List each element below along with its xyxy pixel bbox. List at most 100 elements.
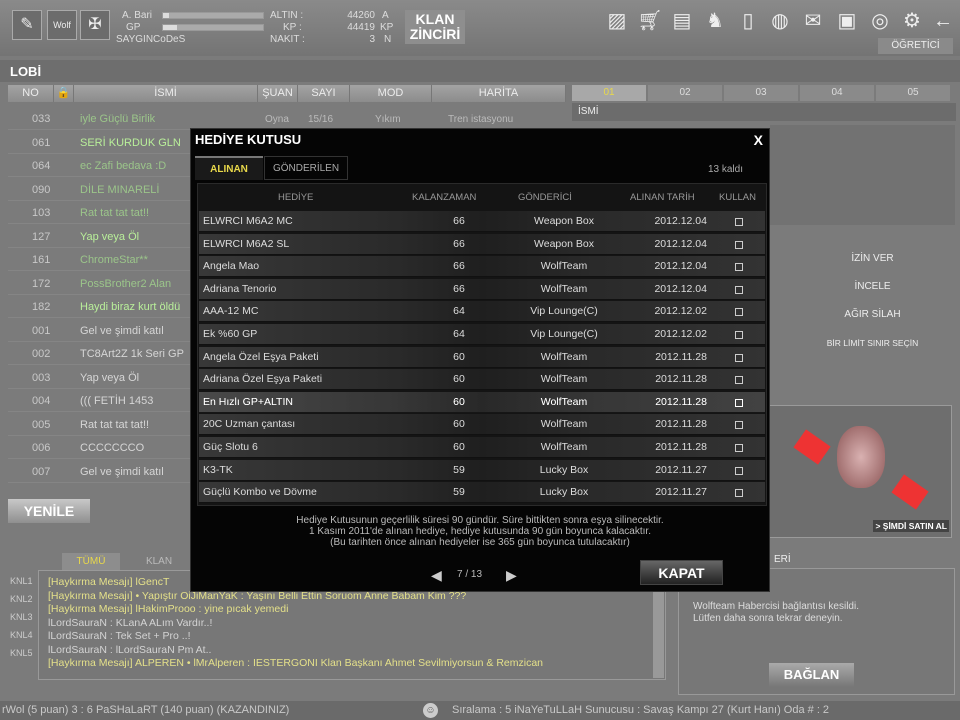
gift-date: 2012.12.04 bbox=[654, 237, 707, 250]
gift-sender: WolfTeam bbox=[540, 373, 588, 386]
gift-row[interactable]: Angela Mao 66 WolfTeam 2012.12.04 bbox=[199, 256, 765, 278]
room-number: 007 bbox=[32, 465, 51, 478]
gift-row[interactable]: Adriana Özel Eşya Paketi 60 WolfTeam 2012.1… bbox=[199, 369, 765, 391]
lobby-title: LOBİ bbox=[0, 60, 960, 82]
edit-icon[interactable]: ✎ bbox=[12, 10, 42, 40]
red-arrow-icon bbox=[891, 474, 929, 510]
channel-knl5[interactable]: KNL5 bbox=[10, 648, 33, 658]
gift-date: 2012.11.27 bbox=[655, 486, 707, 499]
room-name: Gel ve şimdi katıl bbox=[80, 465, 164, 478]
gift-row[interactable]: Ek %60 GP 64 Vip Lounge(C) 2012.12.02 bbox=[199, 324, 765, 345]
limit-select-button[interactable]: BİR LİMİT SINIR SEÇİN bbox=[815, 338, 930, 348]
rank-insignia-icon: ✠ bbox=[80, 10, 110, 40]
room-tab-01[interactable]: 01 bbox=[572, 85, 646, 101]
room-name: Gel ve şimdi katıl bbox=[80, 324, 164, 337]
use-checkbox[interactable] bbox=[735, 489, 743, 498]
gift-row[interactable]: Angela Özel Eşya Paketi 60 WolfTeam 2012.11… bbox=[199, 346, 765, 368]
room-tab-04[interactable]: 04 bbox=[800, 85, 874, 101]
use-checkbox[interactable] bbox=[735, 263, 743, 272]
gift-date: 2012.12.02 bbox=[654, 305, 707, 318]
room-tab-05[interactable]: 05 bbox=[876, 85, 950, 101]
back-arrow-icon[interactable]: ← bbox=[930, 8, 956, 34]
backpack-icon[interactable]: ◍ bbox=[767, 8, 793, 34]
prev-page-icon[interactable]: ◀ bbox=[431, 567, 442, 584]
gift-row[interactable]: Güçlü Kombo ve Dövme 59 Lucky Box 2012.11.2… bbox=[199, 482, 765, 504]
heavy-weapon-button[interactable]: AĞIR SİLAH bbox=[815, 309, 930, 320]
gear-icon[interactable]: ⚙ bbox=[899, 8, 925, 34]
use-checkbox[interactable] bbox=[735, 398, 743, 407]
server-info: Sıralama : 5 iNaYeTuLLaH Sunucusu : Sava… bbox=[452, 704, 830, 716]
globe-search-icon[interactable]: ◎ bbox=[867, 8, 893, 34]
chat-message: [Haykırma Mesajı] lGencT bbox=[48, 576, 170, 588]
clan-mark-icon[interactable]: Wolf bbox=[47, 10, 77, 40]
room-name: TC8Art2Z 1k Seri GP bbox=[80, 348, 184, 360]
channel-knl1[interactable]: KNL1 bbox=[10, 576, 33, 586]
gift-row[interactable]: ELWRCI M6A2 MC 66 Weapon Box 2012.12.04 bbox=[199, 211, 765, 232]
room-name: PossBrother2 Alan bbox=[80, 277, 172, 290]
chat-message: lLordSauraN : Tek Set + Pro ..! bbox=[48, 630, 191, 642]
book-icon[interactable]: ▯ bbox=[735, 8, 761, 34]
use-checkbox[interactable] bbox=[735, 421, 743, 430]
gift-row[interactable]: AAA-12 MC 64 Vip Lounge(C) 2012.12.02 bbox=[199, 301, 765, 323]
gift-row[interactable]: Güç Slotu 6 60 WolfTeam 2012.11.28 bbox=[199, 437, 765, 458]
next-page-icon[interactable]: ▶ bbox=[506, 567, 517, 584]
refresh-button[interactable]: YENİLE bbox=[8, 499, 90, 523]
cart-icon[interactable]: 🛒︎ bbox=[637, 8, 663, 34]
room-tab-02[interactable]: 02 bbox=[648, 85, 722, 101]
inspect-button[interactable]: İNCELE bbox=[815, 281, 930, 292]
channel-knl2[interactable]: KNL2 bbox=[10, 594, 33, 604]
gift-row[interactable]: Adriana Tenorio 66 WolfTeam 2012.12.04 bbox=[199, 278, 765, 300]
clan-chain-button[interactable]: KLAN ZİNCİRİ bbox=[405, 10, 465, 44]
buy-now-link[interactable]: > ŞİMDİ SATIN AL bbox=[873, 520, 949, 532]
chat-message: [Haykırma Mesajı] ALPEREN • lMrAlperen :… bbox=[48, 657, 544, 669]
channel-knl4[interactable]: KNL4 bbox=[10, 630, 33, 640]
allow-button[interactable]: İZİN VER bbox=[815, 253, 930, 264]
gp-label: GP bbox=[126, 22, 141, 33]
close-icon[interactable]: X bbox=[754, 132, 763, 148]
close-button[interactable]: KAPAT bbox=[640, 560, 723, 585]
wolf-icon[interactable]: ♞ bbox=[702, 8, 728, 34]
tab-received[interactable]: ALINAN bbox=[195, 156, 263, 180]
col-no[interactable]: NO bbox=[8, 85, 54, 102]
chat-icon[interactable]: ▨ bbox=[604, 8, 630, 34]
folder-user-icon[interactable]: ▣ bbox=[834, 8, 860, 34]
col-mode[interactable]: MOD bbox=[350, 85, 432, 102]
gift-date: 2012.12.04 bbox=[654, 215, 707, 227]
gift-date: 2012.11.28 bbox=[655, 373, 707, 386]
use-checkbox[interactable] bbox=[735, 331, 743, 339]
channel-knl3[interactable]: KNL3 bbox=[10, 612, 33, 622]
room-number: 006 bbox=[32, 442, 51, 454]
gift-row[interactable]: En Hızlı GP+ALTIN 60 WolfTeam 2012.11.28 bbox=[199, 391, 765, 413]
col-count[interactable]: SAYI bbox=[298, 85, 350, 102]
room-tab-03[interactable]: 03 bbox=[724, 85, 798, 101]
use-checkbox[interactable] bbox=[735, 444, 743, 452]
gift-row[interactable]: ELWRCI M6A2 SL 66 Weapon Box 2012.12.04 bbox=[199, 233, 765, 255]
skull-ad-banner[interactable]: > ŞİMDİ SATIN AL bbox=[766, 405, 952, 538]
col-lock[interactable]: 🔒 bbox=[54, 85, 74, 102]
col-state[interactable]: ŞUAN bbox=[258, 85, 298, 102]
mail-icon[interactable]: ✉ bbox=[800, 8, 826, 34]
col-map[interactable]: HARİTA bbox=[432, 85, 566, 102]
gift-sender: WolfTeam bbox=[540, 441, 588, 453]
tab-sent[interactable]: GÖNDERİLEN bbox=[264, 156, 348, 180]
chat-tab-all[interactable]: TÜMÜ bbox=[62, 553, 120, 570]
use-checkbox[interactable] bbox=[735, 218, 743, 226]
use-checkbox[interactable] bbox=[735, 285, 743, 294]
use-checkbox[interactable] bbox=[735, 240, 743, 249]
tutorial-button[interactable]: ÖĞRETİCİ bbox=[878, 38, 953, 54]
use-checkbox[interactable] bbox=[735, 376, 743, 385]
col-name[interactable]: İSMİ bbox=[74, 85, 258, 102]
gift-remaining: 66 bbox=[453, 215, 465, 227]
use-checkbox[interactable] bbox=[735, 308, 743, 317]
inventory-icon[interactable]: ▤ bbox=[669, 8, 695, 34]
gift-row[interactable]: K3-TK 59 Lucky Box 2012.11.27 bbox=[199, 459, 765, 481]
gp-bar bbox=[162, 24, 264, 31]
use-checkbox[interactable] bbox=[735, 353, 743, 362]
gift-row[interactable]: 20C Uzman çantası 60 WolfTeam 2012.11.28 bbox=[199, 414, 765, 436]
use-checkbox[interactable] bbox=[735, 466, 743, 475]
room-row[interactable]: 033 iyle Güçlü Birlik bbox=[8, 108, 565, 130]
page-indicator: 7 / 13 bbox=[457, 569, 483, 580]
chat-tab-clan[interactable]: KLAN bbox=[130, 553, 188, 570]
connect-button[interactable]: BAĞLAN bbox=[769, 663, 854, 687]
gift-sender: Lucky Box bbox=[539, 463, 589, 476]
